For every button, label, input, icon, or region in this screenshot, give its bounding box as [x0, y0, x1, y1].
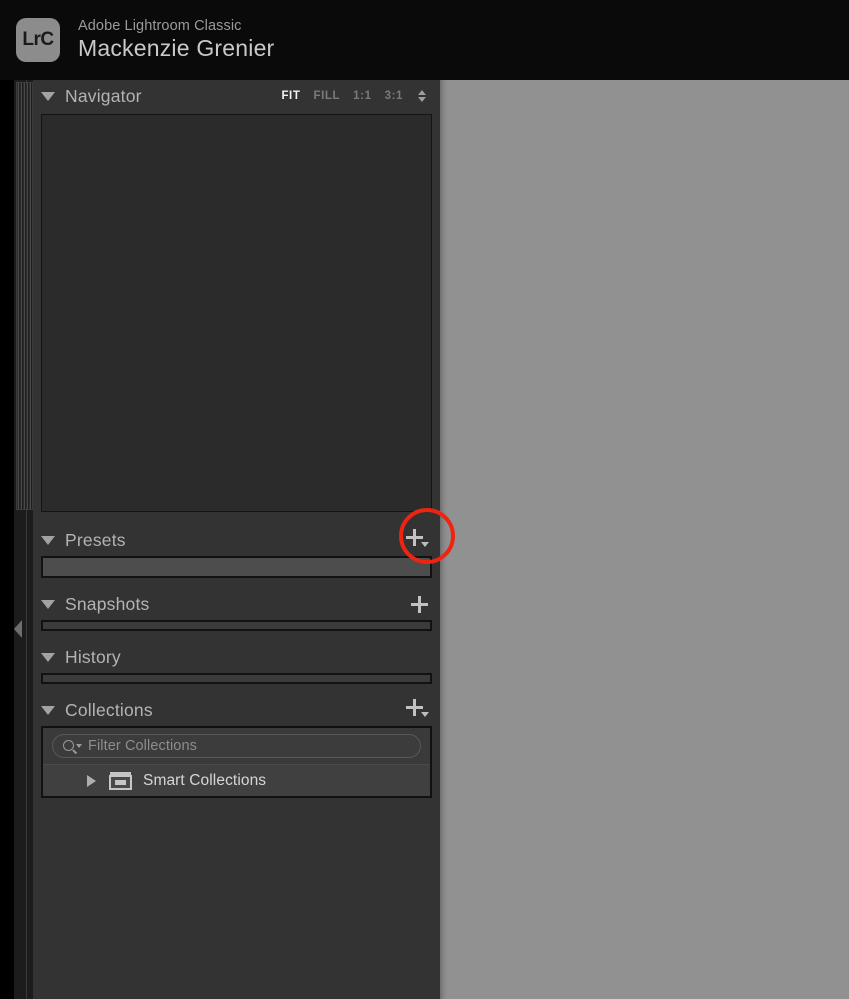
- list-item[interactable]: Smart Collections: [43, 765, 430, 796]
- lightroom-window: LrC Adobe Lightroom Classic Mackenzie Gr…: [0, 0, 849, 999]
- title-text-group: Adobe Lightroom Classic Mackenzie Grenie…: [78, 17, 275, 61]
- collections-panel-body: Filter Collections Smart Collections: [41, 726, 432, 798]
- presets-add-button[interactable]: [406, 529, 429, 549]
- panel-scrollbar[interactable]: [16, 82, 33, 510]
- chevron-down-icon: [421, 712, 429, 717]
- filter-collections-field[interactable]: Filter Collections: [52, 734, 421, 758]
- chevron-down-icon[interactable]: [41, 599, 55, 609]
- zoom-stepper[interactable]: [418, 90, 426, 102]
- search-icon[interactable]: [63, 739, 83, 754]
- list-item-label: Smart Collections: [143, 771, 267, 789]
- collections-filter-row: Filter Collections: [43, 728, 430, 764]
- work-area: Navigator FIT FILL 1:1 3:1 Presets Snaps…: [0, 80, 849, 999]
- zoom-level-fill[interactable]: FILL: [313, 90, 340, 102]
- snapshots-list-empty[interactable]: [41, 620, 432, 631]
- left-panel-group: Navigator FIT FILL 1:1 3:1 Presets Snaps…: [14, 80, 455, 999]
- snapshots-add-button[interactable]: [411, 595, 428, 613]
- zoom-level-1-1[interactable]: 1:1: [353, 90, 371, 102]
- chevron-down-icon: [76, 743, 82, 748]
- sidebar-item-history[interactable]: History: [33, 641, 440, 673]
- stepper-up-icon[interactable]: [418, 90, 426, 95]
- section-title-navigator: Navigator: [65, 85, 142, 106]
- title-bar: LrC Adobe Lightroom Classic Mackenzie Gr…: [0, 0, 849, 80]
- sidebar-item-snapshots[interactable]: Snapshots: [33, 588, 440, 620]
- image-canvas[interactable]: [440, 80, 849, 999]
- chevron-down-icon: [421, 542, 429, 547]
- presets-list-empty[interactable]: [41, 556, 432, 578]
- section-title-history: History: [65, 646, 121, 667]
- stepper-down-icon[interactable]: [418, 97, 426, 102]
- chevron-down-icon[interactable]: [41, 705, 55, 715]
- section-title-snapshots: Snapshots: [65, 593, 150, 614]
- section-title-collections: Collections: [65, 699, 153, 720]
- history-list-empty[interactable]: [41, 673, 432, 684]
- chevron-down-icon[interactable]: [41, 91, 55, 101]
- chevron-right-icon[interactable]: [87, 774, 96, 787]
- navigator-preview[interactable]: [41, 114, 432, 512]
- collections-add-button[interactable]: [406, 699, 429, 719]
- zoom-level-fit[interactable]: FIT: [281, 90, 300, 102]
- document-title: Mackenzie Grenier: [78, 34, 275, 61]
- sidebar-item-navigator[interactable]: Navigator FIT FILL 1:1 3:1: [33, 80, 440, 112]
- chevron-down-icon[interactable]: [41, 652, 55, 662]
- section-title-presets: Presets: [65, 529, 126, 550]
- filter-collections-placeholder: Filter Collections: [88, 738, 197, 754]
- zoom-level-3-1[interactable]: 3:1: [385, 90, 403, 102]
- panel-body: Navigator FIT FILL 1:1 3:1 Presets Snaps…: [33, 80, 440, 999]
- sidebar-item-presets[interactable]: Presets: [33, 524, 440, 556]
- chevron-down-icon[interactable]: [41, 535, 55, 545]
- navigator-zoom-levels: FIT FILL 1:1 3:1: [281, 90, 426, 102]
- canvas-left-edge: [440, 80, 448, 999]
- panel-collapse-toggle[interactable]: [14, 620, 22, 638]
- application-name: Adobe Lightroom Classic: [78, 17, 242, 34]
- collection-set-icon: [109, 771, 132, 790]
- lightroom-logo-icon: LrC: [16, 18, 60, 62]
- sidebar-item-collections[interactable]: Collections: [33, 694, 440, 726]
